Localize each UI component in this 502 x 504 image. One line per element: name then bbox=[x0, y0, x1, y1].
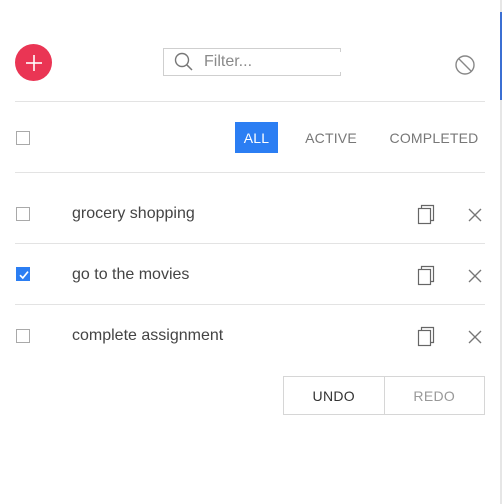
divider bbox=[15, 172, 485, 173]
filter-tab-active[interactable]: ACTIVE bbox=[302, 122, 360, 153]
filter-tab-completed[interactable]: COMPLETED bbox=[389, 122, 479, 153]
delete-icon[interactable] bbox=[466, 206, 486, 228]
todo-checkbox[interactable] bbox=[16, 207, 30, 221]
filter-tab-label: ALL bbox=[243, 129, 270, 146]
todo-text[interactable]: grocery shopping bbox=[72, 205, 195, 223]
plus-icon bbox=[25, 54, 42, 71]
delete-icon[interactable] bbox=[466, 267, 486, 289]
redo-button[interactable]: REDO bbox=[384, 376, 485, 415]
block-icon bbox=[455, 55, 475, 75]
checkmark-icon bbox=[19, 271, 29, 280]
history-controls: UNDO REDO bbox=[283, 376, 485, 415]
select-all-checkbox[interactable] bbox=[16, 131, 30, 145]
filter-tab-label: ACTIVE bbox=[305, 129, 357, 146]
filter-input[interactable] bbox=[202, 52, 346, 72]
copy-icon[interactable] bbox=[416, 265, 436, 287]
todo-text[interactable]: go to the movies bbox=[72, 266, 189, 284]
divider bbox=[15, 243, 485, 244]
copy-icon[interactable] bbox=[416, 326, 436, 348]
todo-checkbox[interactable] bbox=[16, 267, 30, 281]
divider bbox=[15, 304, 485, 305]
filter-search-box[interactable] bbox=[163, 48, 346, 76]
todo-text[interactable]: complete assignment bbox=[72, 327, 223, 345]
todo-checkbox[interactable] bbox=[16, 329, 30, 343]
divider bbox=[15, 101, 485, 102]
delete-icon[interactable] bbox=[466, 328, 486, 350]
filter-tab-label: COMPLETED bbox=[389, 129, 479, 146]
copy-icon[interactable] bbox=[416, 204, 436, 226]
search-icon bbox=[174, 52, 194, 72]
filter-tab-all[interactable]: ALL bbox=[235, 122, 278, 153]
clear-completed-button[interactable] bbox=[454, 54, 476, 76]
add-todo-button[interactable] bbox=[15, 44, 52, 81]
undo-button[interactable]: UNDO bbox=[283, 376, 385, 415]
